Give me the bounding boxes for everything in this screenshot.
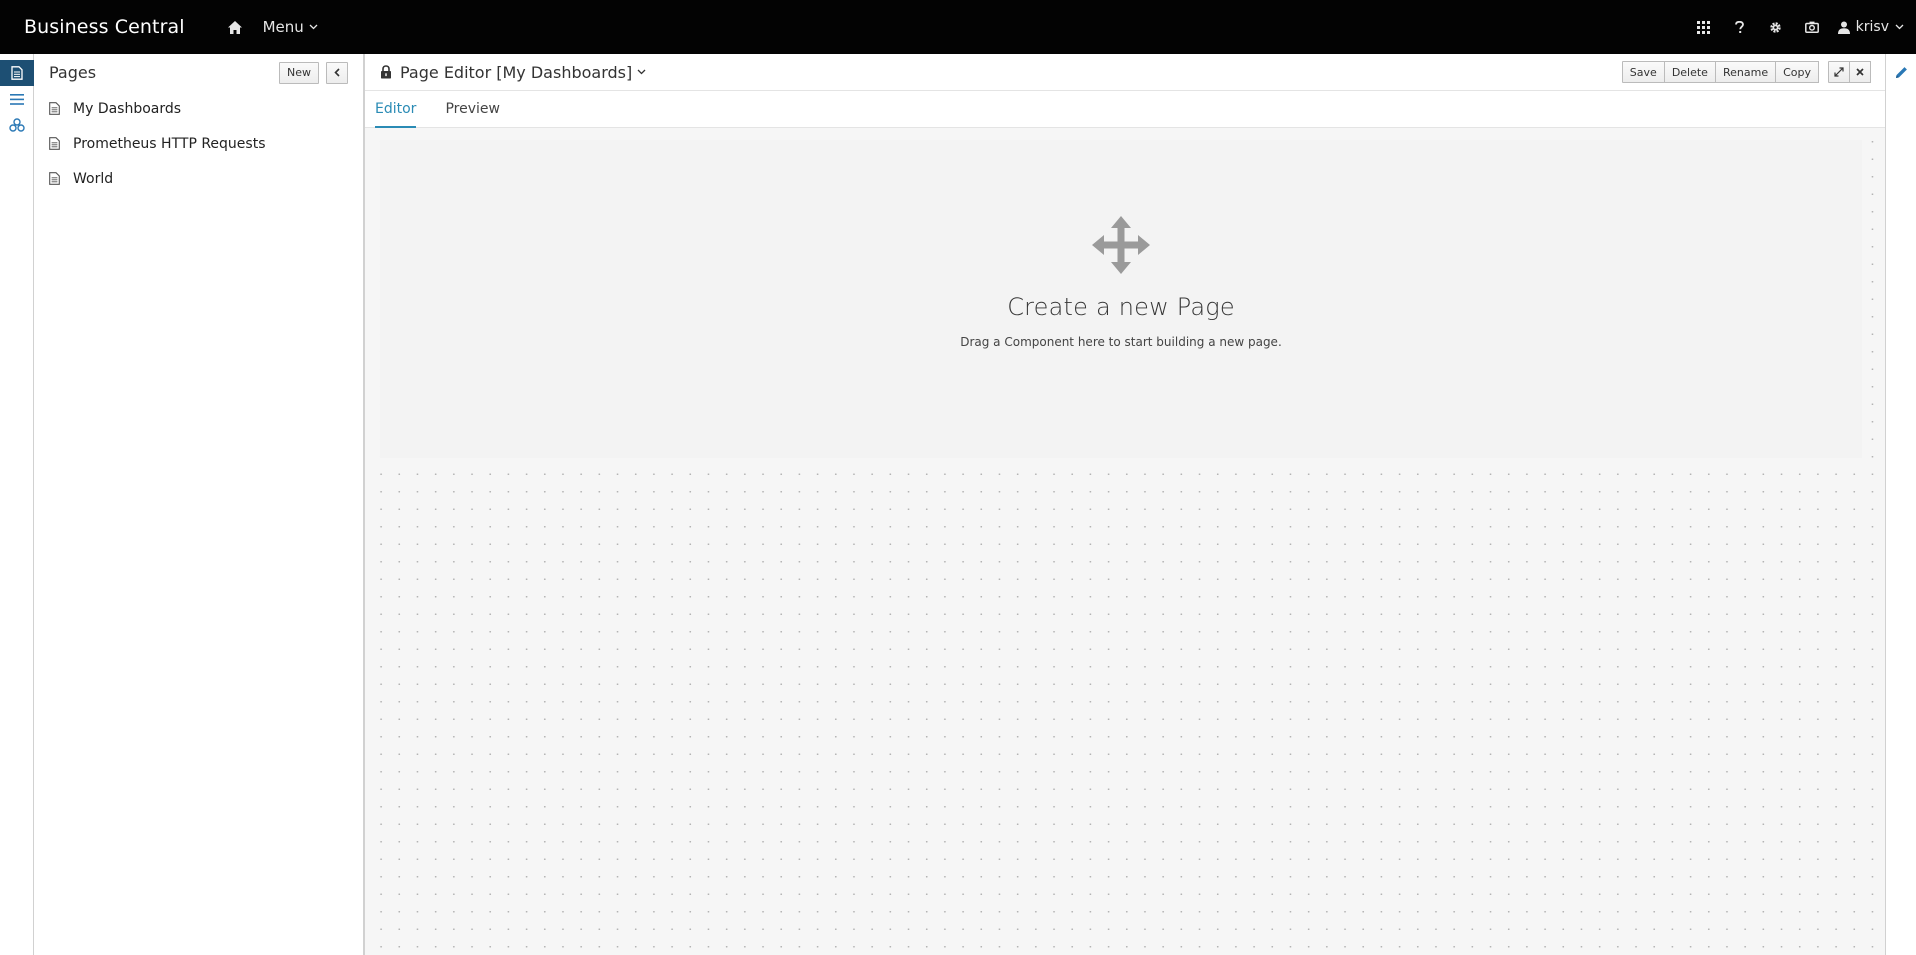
copy-button[interactable]: Copy <box>1775 61 1819 83</box>
tab-editor[interactable]: Editor <box>375 90 417 128</box>
help-icon[interactable] <box>1722 0 1758 54</box>
document-icon <box>49 137 63 151</box>
camera-icon[interactable] <box>1794 0 1830 54</box>
title-dropdown-toggle[interactable] <box>637 69 646 75</box>
chevron-left-icon <box>334 68 340 77</box>
user-name: krisv <box>1855 19 1889 35</box>
home-icon[interactable] <box>225 17 245 37</box>
pages-header: Pages New <box>34 54 363 91</box>
user-menu[interactable]: krisv <box>1837 19 1904 35</box>
move-arrows-icon <box>1092 216 1150 274</box>
navigation-rail-button[interactable] <box>0 86 34 112</box>
rename-button[interactable]: Rename <box>1714 61 1777 83</box>
drop-zone-title: Create a new Page <box>1007 293 1235 321</box>
user-icon <box>1837 21 1850 34</box>
window-action-group <box>1828 61 1871 83</box>
close-button[interactable] <box>1849 61 1871 83</box>
datasets-icon <box>9 118 25 132</box>
editor-tabs: Editor Preview <box>365 91 1885 128</box>
pages-panel: Pages New My Dashboards Prometheus HTTP … <box>34 54 365 955</box>
page-item-label: Prometheus HTTP Requests <box>73 135 266 152</box>
layout-canvas[interactable]: Create a new Page Drag a Component here … <box>365 128 1885 955</box>
chevron-down-icon <box>1895 24 1904 30</box>
pencil-icon <box>1895 66 1907 78</box>
menu-dropdown[interactable]: Menu <box>263 18 318 36</box>
new-page-button[interactable]: New <box>279 61 319 84</box>
page-item-world[interactable]: World <box>34 161 363 196</box>
delete-button[interactable]: Delete <box>1663 61 1716 83</box>
page-list: My Dashboards Prometheus HTTP Requests W… <box>34 91 363 196</box>
chevron-down-icon <box>309 24 318 30</box>
apps-grid-icon[interactable] <box>1686 0 1722 54</box>
editor-title: Page Editor [My Dashboards] <box>400 62 633 82</box>
page-item-prometheus-http-requests[interactable]: Prometheus HTTP Requests <box>34 126 363 161</box>
page-editor: Page Editor [My Dashboards] Save Delete … <box>365 54 1885 955</box>
right-rail <box>1885 54 1916 955</box>
menu-label: Menu <box>262 18 304 36</box>
document-icon <box>49 172 63 186</box>
editor-actions: Save Delete Rename Copy <box>1621 61 1871 83</box>
edit-properties-button[interactable] <box>1886 54 1916 90</box>
left-rail <box>0 54 34 955</box>
chevron-down-icon <box>637 69 646 75</box>
drop-zone-subtitle: Drag a Component here to start building … <box>960 335 1282 349</box>
lock-icon <box>380 65 394 79</box>
collapse-panel-button[interactable] <box>326 61 348 84</box>
page-item-my-dashboards[interactable]: My Dashboards <box>34 91 363 126</box>
list-icon <box>10 93 24 105</box>
brand-title[interactable]: Business Central <box>24 16 185 38</box>
gear-icon[interactable] <box>1758 0 1794 54</box>
document-icon <box>49 102 63 116</box>
expand-icon <box>1834 67 1844 77</box>
top-navbar: Business Central Menu krisv <box>0 0 1916 54</box>
save-button[interactable]: Save <box>1621 61 1665 83</box>
maximize-button[interactable] <box>1828 61 1850 83</box>
tab-preview[interactable]: Preview <box>445 90 500 127</box>
editor-titlebar: Page Editor [My Dashboards] Save Delete … <box>365 54 1885 91</box>
pages-icon <box>11 66 23 80</box>
page-item-label: World <box>73 170 114 187</box>
datasets-rail-button[interactable] <box>0 112 34 138</box>
navbar-right: krisv <box>1686 0 1916 54</box>
pages-title: Pages <box>49 63 97 82</box>
pages-rail-button[interactable] <box>0 60 34 86</box>
editor-action-group: Save Delete Rename Copy <box>1621 61 1819 83</box>
component-drop-zone[interactable]: Create a new Page Drag a Component here … <box>380 140 1862 458</box>
close-icon <box>1856 68 1864 76</box>
page-item-label: My Dashboards <box>73 100 182 117</box>
